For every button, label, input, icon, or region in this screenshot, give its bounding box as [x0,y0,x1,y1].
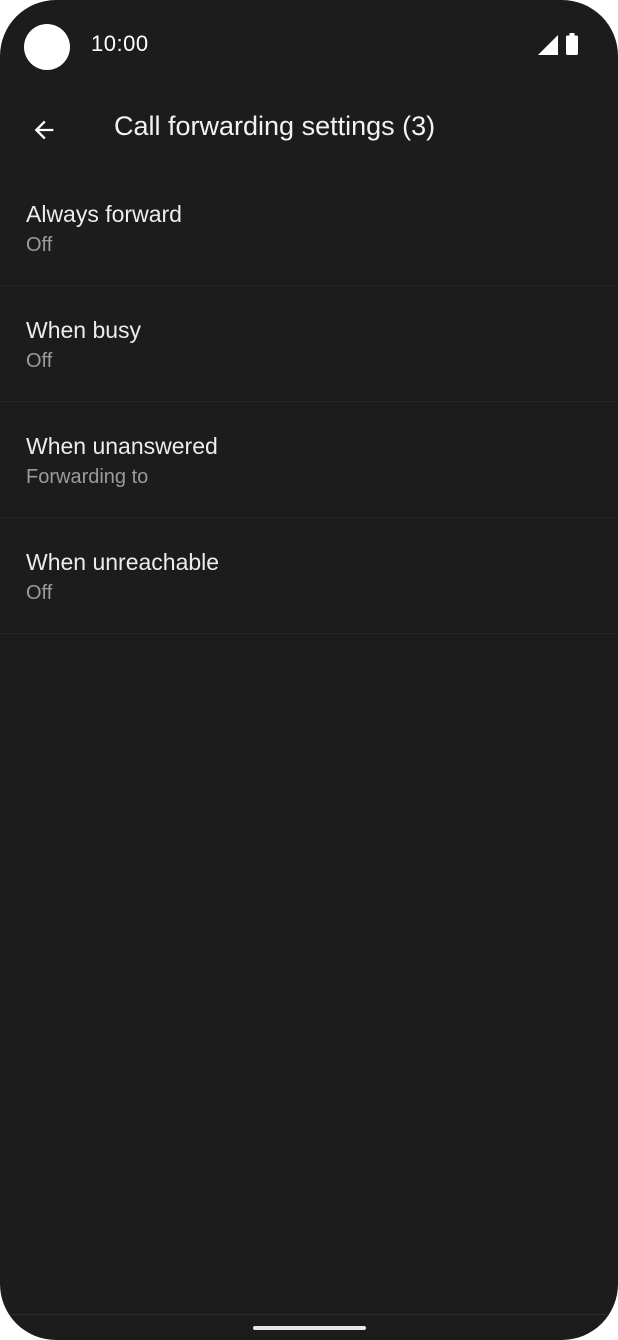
setting-title: Always forward [26,201,182,227]
setting-title: When unanswered [26,433,218,459]
navigation-divider [0,1314,618,1315]
arrow-back-icon [34,120,54,140]
settings-list: Always forward Off When busy Off When un… [0,170,618,634]
back-button[interactable] [22,108,66,152]
page-title: Call forwarding settings (3) [114,111,436,141]
setting-when-unreachable[interactable]: When unreachable Off [0,518,618,634]
setting-summary: Off [26,234,53,256]
setting-when-unanswered[interactable]: When unanswered Forwarding to [0,402,618,518]
battery-icon [566,33,578,55]
camera-cutout [24,24,70,70]
status-clock: 10:00 [91,31,149,56]
setting-when-busy[interactable]: When busy Off [0,286,618,402]
setting-summary: Off [26,350,53,372]
status-bar: 10:00 [0,0,618,88]
home-gesture-handle[interactable] [253,1326,366,1330]
setting-summary: Forwarding to [26,466,149,488]
setting-title: When unreachable [26,549,220,575]
setting-summary: Off [26,582,53,604]
status-icons [538,33,578,55]
app-bar: Call forwarding settings (3) [0,88,618,168]
setting-always-forward[interactable]: Always forward Off [0,170,618,286]
cell-signal-icon [538,35,558,55]
phone-screen: 10:00 Call forwarding settings (3) Alway… [0,0,618,1340]
setting-title: When busy [26,317,142,343]
